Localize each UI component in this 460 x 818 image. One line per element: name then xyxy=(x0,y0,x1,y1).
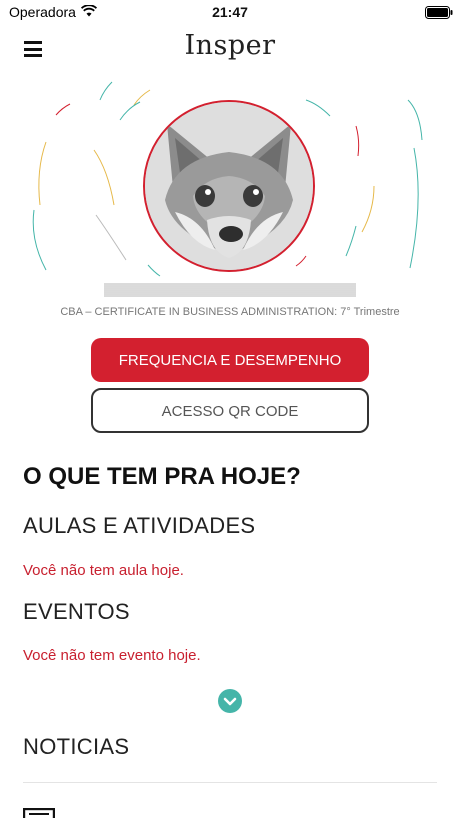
course-label: CBA – CERTIFICATE IN BUSINESS ADMINISTRA… xyxy=(60,306,400,318)
insper-logo: Insper xyxy=(184,30,276,61)
events-section-title: EVENTOS xyxy=(23,599,130,624)
profile-avatar[interactable] xyxy=(143,100,315,272)
events-empty-message: Você não tem evento hoje. xyxy=(23,647,201,664)
battery-icon xyxy=(425,6,453,19)
nav-bar: Insper xyxy=(0,28,460,72)
frequencia-desempenho-button[interactable]: FREQUENCIA E DESEMPENHO xyxy=(91,338,369,382)
newspaper-icon xyxy=(23,808,55,818)
status-bar: Operadora 21:47 xyxy=(0,0,460,26)
news-section-title: NOTICIAS xyxy=(23,734,130,759)
fox-mascot-icon xyxy=(145,102,313,270)
classes-empty-message: Você não tem aula hoje. xyxy=(23,562,184,579)
today-heading: O QUE TEM PRA HOJE? xyxy=(23,463,301,490)
chevron-down-icon xyxy=(223,697,237,706)
divider xyxy=(23,782,437,783)
qr-code-button[interactable]: ACESSO QR CODE xyxy=(91,388,369,433)
classes-section-title: AULAS E ATIVIDADES xyxy=(23,513,256,538)
expand-chevron-button[interactable] xyxy=(218,689,242,713)
student-name-bar xyxy=(104,283,356,297)
clock: 21:47 xyxy=(212,4,248,20)
